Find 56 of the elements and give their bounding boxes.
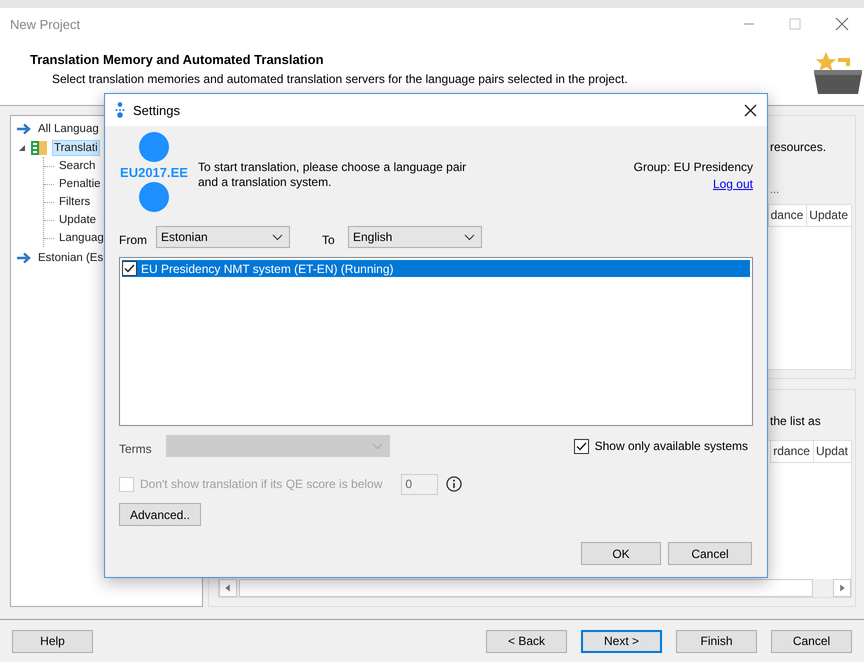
terms-label: Terms xyxy=(119,442,153,456)
panel-text: the list as xyxy=(770,414,821,430)
wizard-button[interactable]: Next > xyxy=(581,630,662,652)
instruction-text: To start translation, please choose a language pair and a translation system. xyxy=(198,160,468,191)
column-header[interactable]: Updat xyxy=(812,441,851,463)
to-dropdown[interactable]: English xyxy=(348,226,482,248)
chevron-down-icon xyxy=(272,234,283,240)
tree-item[interactable]: Penaltie xyxy=(57,176,103,192)
column-header[interactable]: Update xyxy=(806,205,851,227)
tree-item[interactable]: Translati xyxy=(52,140,100,156)
show-available-checkbox[interactable]: Show only available systems xyxy=(574,438,748,454)
cancel-button[interactable]: Cancel xyxy=(668,542,752,565)
page-title: Translation Memory and Automated Translation xyxy=(30,52,325,67)
info-icon[interactable] xyxy=(446,476,462,492)
horizontal-scrollbar[interactable] xyxy=(219,579,851,597)
tree-item[interactable]: Estonian (Es xyxy=(36,250,106,266)
advanced-button[interactable]: Advanced.. xyxy=(119,503,201,526)
tree-item[interactable]: All Languag xyxy=(36,120,101,136)
logo-text: EU2017.EE xyxy=(120,165,188,180)
wizard-button[interactable]: Cancel xyxy=(771,630,852,652)
chevron-down-icon xyxy=(464,234,475,240)
tree-item[interactable]: Update xyxy=(57,212,98,228)
window-title: New Project xyxy=(10,16,82,32)
page-subtitle: Select translation memories and automated translation servers for the language pairs selected in the project. xyxy=(51,72,629,86)
to-label: To xyxy=(322,233,336,247)
checkmark-icon xyxy=(124,264,135,273)
from-label: From xyxy=(119,233,148,247)
system-item[interactable]: EU Presidency NMT system (ET-EN) (Running) xyxy=(122,260,750,277)
app-icon xyxy=(115,102,125,118)
tree-item[interactable]: Languag xyxy=(57,230,106,246)
dialog-title: Settings xyxy=(133,102,181,118)
wizard-button[interactable]: Finish xyxy=(676,630,757,652)
ok-button[interactable]: OK xyxy=(581,542,661,565)
database-icon xyxy=(30,140,48,156)
wizard-button[interactable]: < Back xyxy=(486,630,567,652)
panel-text: resources. xyxy=(770,140,826,156)
logout-link[interactable]: Log out xyxy=(712,177,753,191)
close-icon[interactable] xyxy=(744,104,757,116)
circle-icon xyxy=(139,132,169,162)
checkbox[interactable] xyxy=(574,438,589,454)
arrow-right-icon xyxy=(16,252,32,264)
chevron-down-icon xyxy=(372,442,383,450)
tree-item[interactable]: Filters xyxy=(57,194,92,210)
group-label: Group: EU Presidency xyxy=(634,160,753,174)
help-button[interactable]: Help xyxy=(12,630,93,652)
panel-note: ... xyxy=(770,184,780,196)
checkmark-icon xyxy=(576,442,587,450)
column-header[interactable]: rdance xyxy=(770,441,813,463)
expanded-triangle-icon[interactable] xyxy=(18,144,26,152)
tree-item[interactable]: Search xyxy=(57,158,98,174)
arrow-right-icon xyxy=(16,122,32,134)
circle-icon xyxy=(139,182,169,212)
from-dropdown[interactable]: Estonian xyxy=(156,226,290,248)
scroll-right-icon[interactable] xyxy=(833,579,851,597)
scroll-left-icon[interactable] xyxy=(219,579,237,597)
checkbox[interactable] xyxy=(122,261,137,276)
